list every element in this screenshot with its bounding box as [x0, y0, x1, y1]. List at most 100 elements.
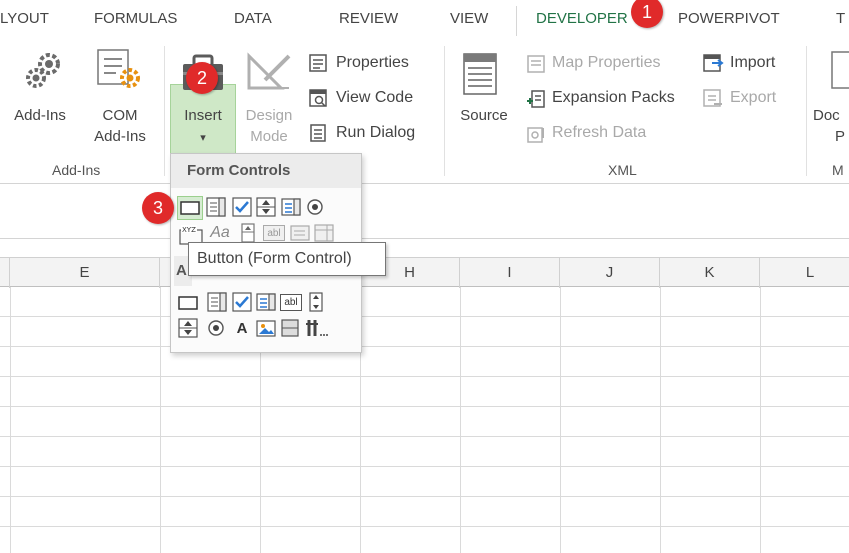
developer-ribbon: Add-Ins COM Add-Ins Add-Ins Insert ▾ Des… [0, 40, 849, 194]
column-gridline [160, 287, 161, 553]
tab-team[interactable]: T [836, 10, 845, 27]
row-gridline [0, 526, 849, 527]
properties-icon [308, 53, 328, 78]
form-checkbox-icon[interactable] [232, 197, 252, 217]
xml-export-icon [702, 88, 724, 113]
addins-group-label: Add-Ins [52, 162, 101, 178]
step-3-badge: 3 [142, 192, 174, 224]
form-scroll-bar-icon[interactable] [238, 223, 258, 243]
activex-text-box-icon[interactable]: abl [280, 294, 302, 311]
design-mode-icon [245, 52, 293, 97]
tab-active-divider [516, 6, 517, 36]
xml-group-label: XML [608, 162, 637, 178]
activex-image-icon[interactable] [256, 318, 276, 338]
group-divider [806, 46, 807, 176]
xml-import-icon [702, 53, 724, 78]
step-2-badge: 2 [186, 62, 218, 94]
com-addins-label-line2: Add-Ins [94, 128, 146, 145]
tab-review[interactable]: REVIEW [339, 10, 398, 27]
design-mode-label-line2: Mode [250, 128, 288, 145]
form-list-box-icon[interactable] [281, 197, 301, 217]
excel-window: LYOUT FORMULAS DATA REVIEW VIEW DEVELOPE… [0, 0, 849, 553]
run-dialog-icon [308, 123, 328, 148]
row-gridline [0, 436, 849, 437]
row-gridline [0, 346, 849, 347]
refresh-data-icon [526, 124, 546, 149]
button-form-control-tooltip: Button (Form Control) [188, 242, 386, 276]
column-header-j[interactable]: J [560, 258, 660, 288]
insert-dropdown-arrow: ▾ [200, 132, 206, 144]
column-gridline [560, 287, 561, 553]
activex-toggle-button-icon[interactable] [280, 318, 300, 338]
column-gridline [10, 287, 11, 553]
formula-bar[interactable] [0, 195, 849, 239]
column-header-row: D E F G H I J K L [0, 257, 849, 288]
form-text-field-icon[interactable]: abl [263, 225, 285, 241]
view-code-icon [308, 88, 328, 113]
row-gridline [0, 406, 849, 407]
com-addins-label-line1: COM [102, 107, 138, 124]
document-panel-label-line2: P [835, 128, 846, 145]
design-mode-label-line1: Design [245, 107, 293, 124]
design-mode-button[interactable]: Design Mode [240, 105, 298, 147]
modify-group-label: M [832, 162, 844, 178]
activex-command-button-icon[interactable] [178, 293, 198, 313]
tab-page-layout[interactable]: LYOUT [0, 10, 49, 27]
row-gridline [0, 376, 849, 377]
document-panel-button[interactable]: Doc P [813, 105, 849, 147]
activex-option-button-icon[interactable] [206, 318, 226, 338]
tab-developer[interactable]: DEVELOPER [536, 10, 628, 27]
refresh-data-button[interactable]: Refresh Data [552, 124, 646, 142]
expansion-packs-icon [526, 89, 546, 114]
addins-button[interactable]: Add-Ins [6, 105, 74, 126]
column-gridline [460, 287, 461, 553]
form-combo-list-edit-icon[interactable] [290, 223, 310, 243]
document-panel-label-line1: Doc [813, 107, 840, 124]
column-header-i[interactable]: I [460, 258, 560, 288]
group-divider [444, 46, 445, 176]
tab-data[interactable]: DATA [234, 10, 272, 27]
expansion-packs-button[interactable]: Expansion Packs [552, 89, 675, 107]
tab-view[interactable]: VIEW [450, 10, 488, 27]
form-option-button-icon[interactable] [305, 197, 325, 217]
document-panel-icon [826, 50, 849, 95]
group-divider [164, 46, 165, 176]
com-addins-icon [96, 48, 144, 97]
form-spin-button-icon[interactable] [256, 197, 276, 217]
column-header-d[interactable]: D [0, 258, 10, 288]
activex-list-box-icon[interactable] [256, 292, 276, 312]
view-code-button[interactable]: View Code [336, 89, 413, 107]
column-header-l[interactable]: L [760, 258, 849, 288]
map-properties-button[interactable]: Map Properties [552, 54, 661, 72]
map-properties-icon [526, 54, 546, 79]
column-header-e[interactable]: E [10, 258, 160, 288]
xml-source-button[interactable]: Source [452, 105, 516, 126]
activex-combo-box-icon[interactable] [207, 292, 227, 312]
activex-label-icon[interactable]: A [232, 318, 252, 338]
tab-powerpivot[interactable]: POWERPIVOT [678, 10, 780, 27]
form-label-italic-icon[interactable]: Aa [206, 223, 234, 243]
properties-button[interactable]: Properties [336, 54, 409, 72]
insert-label: Insert [184, 107, 222, 124]
run-dialog-button[interactable]: Run Dialog [336, 124, 415, 142]
tab-formulas[interactable]: FORMULAS [94, 10, 177, 27]
activex-spin-button-icon[interactable] [178, 318, 198, 338]
column-header-k[interactable]: K [660, 258, 760, 288]
form-combo-box-icon[interactable] [206, 197, 226, 217]
row-gridline [0, 466, 849, 467]
xml-import-button[interactable]: Import [730, 54, 775, 72]
column-gridline [660, 287, 661, 553]
group-box-xyz-label: XYZ [182, 226, 196, 234]
form-controls-header: Form Controls [171, 154, 361, 188]
addins-gear-icon [23, 50, 67, 99]
activex-scroll-bar-icon[interactable] [306, 292, 326, 312]
form-combo-dropdown-edit-icon[interactable] [314, 223, 334, 243]
xml-source-icon [460, 52, 500, 101]
activex-checkbox-icon[interactable] [232, 292, 252, 312]
activex-more-controls-icon[interactable] [304, 318, 328, 338]
ribbon-tab-bar: LYOUT FORMULAS DATA REVIEW VIEW DEVELOPE… [0, 0, 849, 40]
form-button-control-icon[interactable] [180, 198, 200, 218]
row-gridline [0, 316, 849, 317]
com-addins-button[interactable]: COM Add-Ins [90, 105, 150, 147]
xml-export-button[interactable]: Export [730, 89, 776, 107]
